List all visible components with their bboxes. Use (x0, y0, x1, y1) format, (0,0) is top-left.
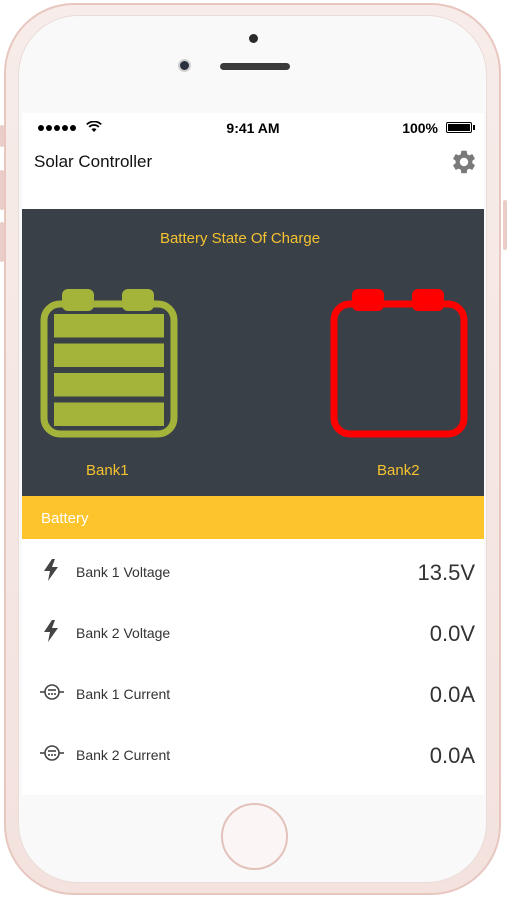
battery-section-header: Battery (22, 496, 484, 539)
bank2-battery-body (330, 300, 468, 438)
section-title: Battery (41, 510, 89, 527)
reading-label: Bank 1 Current (76, 686, 171, 702)
reading-label: Bank 2 Current (76, 747, 171, 763)
bolt-icon (44, 620, 58, 642)
reading-row-bank2-current: Bank 2 Current 0.0A (22, 723, 484, 784)
bank2-terminal-left (352, 289, 384, 311)
app-screen: 9:41 AM 100% Solar Controller Battery St… (22, 113, 484, 795)
app-header: Solar Controller (22, 143, 484, 205)
page-title: Solar Controller (34, 152, 153, 171)
volume-up-button (0, 170, 4, 210)
readings-list: Bank 1 Voltage 13.5V Bank 2 Voltage 0.0V… (22, 540, 484, 784)
bank1-battery-icon (40, 289, 178, 438)
bank1-terminal-right (122, 289, 154, 311)
bank1-charge-bar (54, 402, 164, 426)
bank2-battery-icon (330, 289, 468, 438)
mute-switch (0, 125, 4, 147)
bank2-label: Bank2 (377, 462, 420, 479)
bank1-charge-bar (54, 373, 164, 397)
bank1-terminal-left (62, 289, 94, 311)
front-camera (178, 59, 191, 72)
reading-value: 13.5V (417, 560, 476, 585)
status-bar: 9:41 AM 100% (22, 113, 484, 143)
current-icon (40, 684, 64, 700)
reading-value: 0.0A (429, 743, 475, 768)
state-of-charge-panel: Battery State Of Charge Bank1 Bank2 (22, 209, 484, 496)
reading-value: 0.0A (429, 682, 475, 707)
status-battery-percent: 100% (402, 120, 438, 136)
volume-down-button (0, 222, 4, 262)
bolt-icon (44, 559, 58, 581)
bank1-charge-bar (54, 314, 164, 338)
reading-row-bank2-voltage: Bank 2 Voltage 0.0V (22, 601, 484, 662)
reading-value: 0.0V (429, 621, 475, 646)
power-button (503, 200, 507, 250)
current-icon (40, 745, 64, 761)
earpiece-speaker (220, 63, 290, 70)
bank1-charge-bar (54, 343, 164, 367)
gear-icon[interactable] (450, 148, 478, 176)
reading-label: Bank 2 Voltage (76, 625, 171, 641)
soc-title: Battery State Of Charge (159, 230, 321, 247)
reading-label: Bank 1 Voltage (76, 564, 171, 580)
bank1-label: Bank1 (86, 462, 129, 479)
status-battery-icon (446, 122, 472, 133)
proximity-sensor (249, 34, 258, 43)
reading-row-bank1-current: Bank 1 Current 0.0A (22, 662, 484, 723)
status-battery-nub (473, 125, 475, 130)
bank2-terminal-right (412, 289, 444, 311)
home-button[interactable] (221, 803, 288, 870)
reading-row-bank1-voltage: Bank 1 Voltage 13.5V (22, 540, 484, 601)
